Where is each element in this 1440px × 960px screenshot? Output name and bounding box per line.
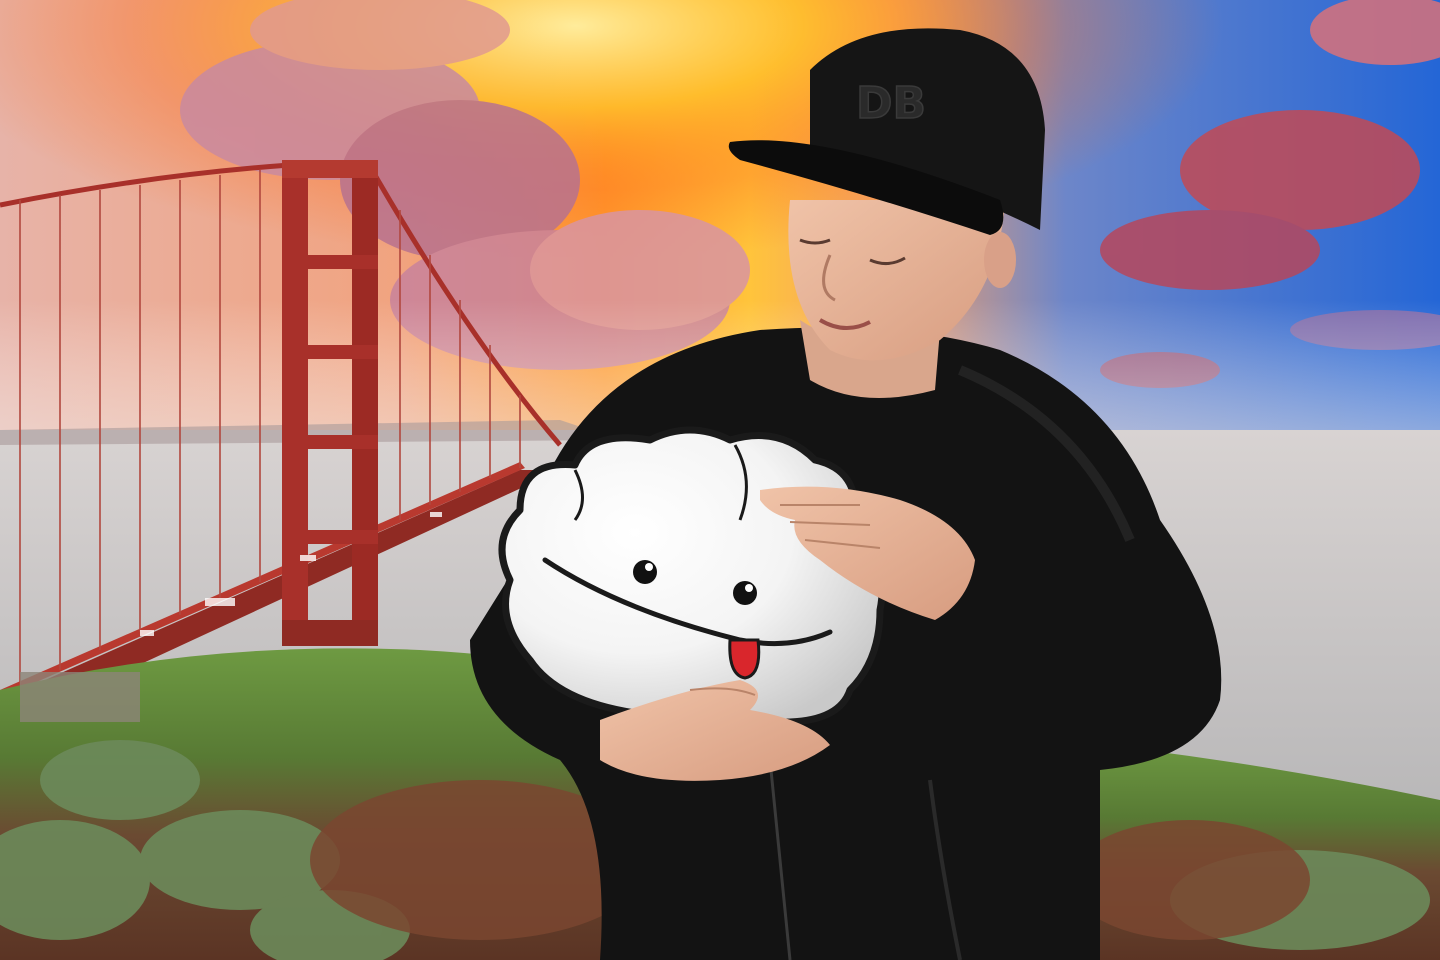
mascot-tongue bbox=[728, 638, 761, 680]
photo-scene: DB bbox=[0, 0, 1440, 960]
cap-logo: DB bbox=[856, 78, 926, 129]
cloud-mascot-icon bbox=[498, 426, 886, 727]
photo-canvas: DB bbox=[0, 0, 1440, 960]
